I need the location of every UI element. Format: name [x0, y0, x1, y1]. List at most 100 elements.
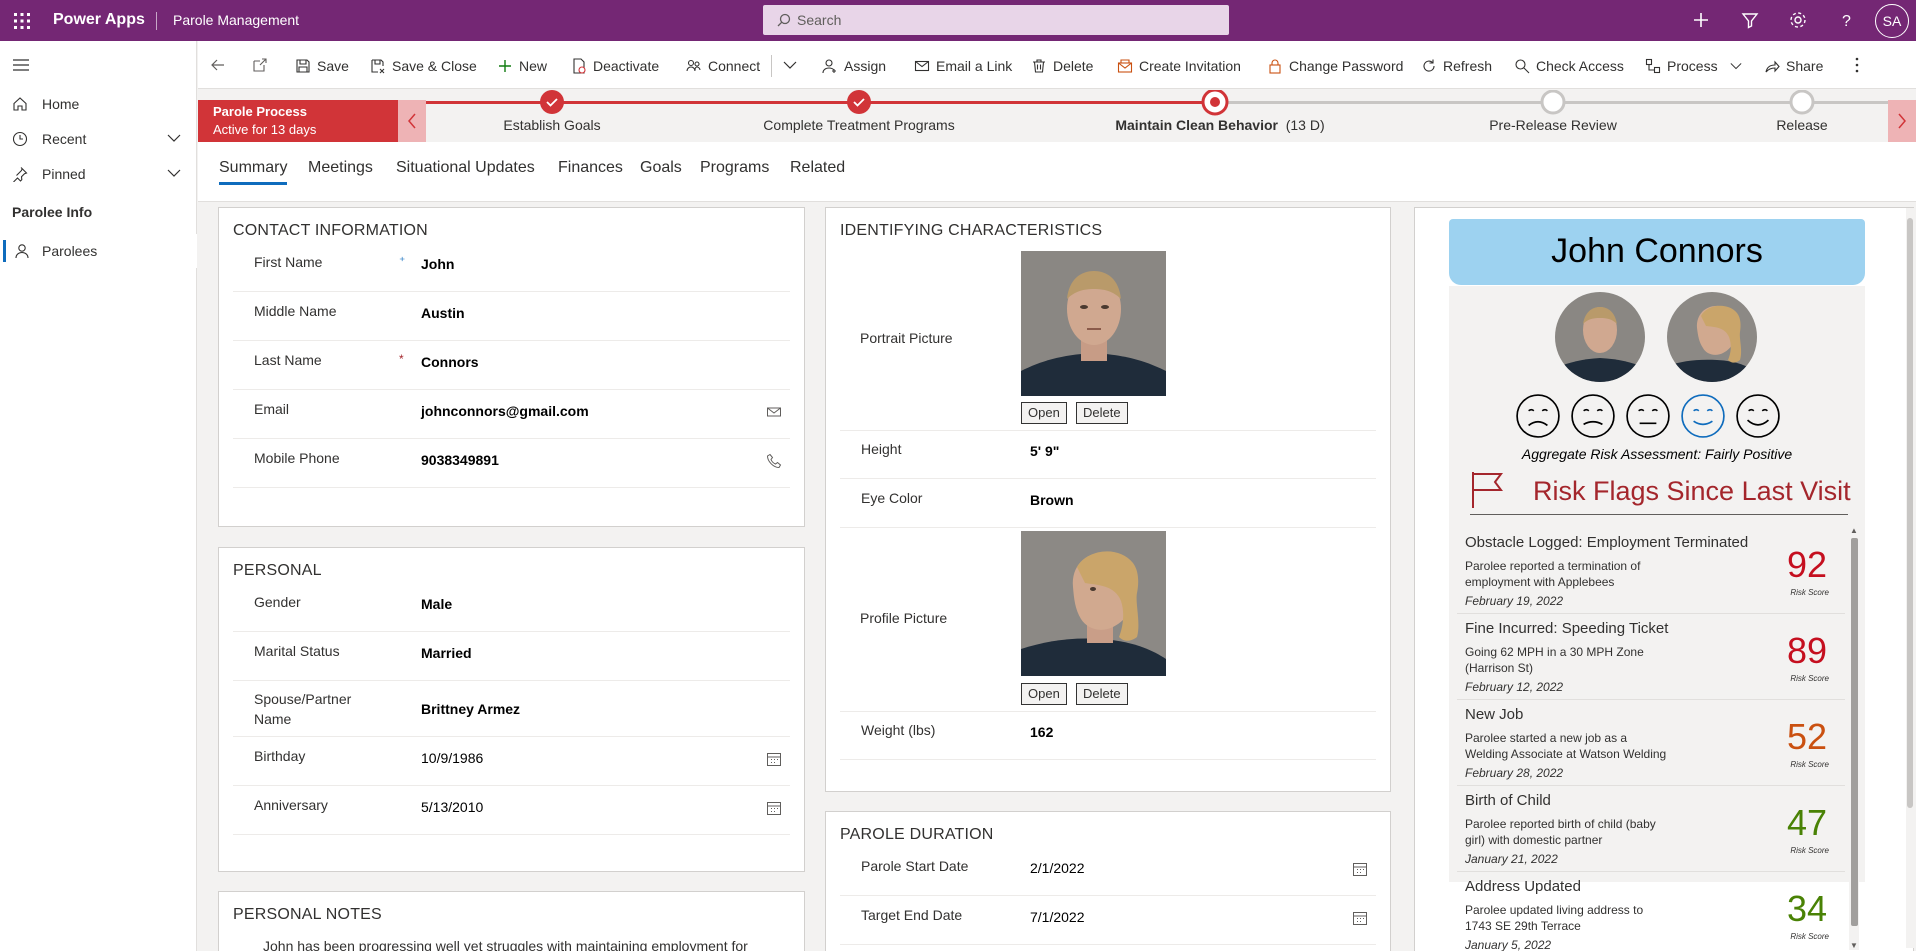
process-button[interactable]: Process	[1645, 55, 1742, 77]
stage-establish-goals-marker[interactable]	[537, 90, 567, 120]
back-arrow-icon[interactable]	[210, 57, 226, 73]
filter-icon[interactable]	[1739, 9, 1761, 31]
create-invitation-button[interactable]: Create Invitation	[1117, 55, 1241, 77]
height-field[interactable]: Height 5' 9"	[840, 430, 1376, 479]
tab-related[interactable]: Related	[790, 159, 845, 177]
stage-label[interactable]: Establish Goals	[503, 117, 600, 133]
tab-meetings[interactable]: Meetings	[308, 159, 373, 177]
chevron-down-icon[interactable]	[167, 133, 181, 143]
middle-name-field[interactable]: Middle Name Austin	[233, 292, 790, 341]
tab-programs[interactable]: Programs	[700, 159, 769, 177]
open-new-window-icon[interactable]	[252, 57, 268, 73]
sidebar-item-parolees[interactable]: Parolees	[0, 234, 197, 268]
happy-face-icon[interactable]	[1680, 393, 1726, 439]
field-value[interactable]: 5/13/2010	[421, 799, 483, 815]
field-value[interactable]: johnconnors@gmail.com	[421, 403, 589, 419]
field-value[interactable]: Austin	[421, 305, 465, 321]
very-happy-face-icon[interactable]	[1735, 393, 1781, 439]
help-icon[interactable]: ?	[1835, 9, 1857, 31]
app-name[interactable]: Parole Management	[173, 12, 299, 28]
delete-button[interactable]: Delete	[1031, 55, 1093, 77]
calendar-icon[interactable]	[766, 751, 782, 767]
neutral-face-icon[interactable]	[1625, 393, 1671, 439]
sidebar-item-recent[interactable]: Recent	[0, 122, 197, 156]
marital-status-field[interactable]: Marital Status Married	[233, 632, 790, 681]
chevron-down-icon[interactable]	[167, 168, 181, 178]
stage-clean-behavior-marker[interactable]	[1200, 88, 1230, 120]
process-stage-flag[interactable]: Parole Process Active for 13 days	[198, 100, 398, 142]
stage-pre-release-marker[interactable]	[1538, 89, 1568, 120]
notes-text[interactable]: John has been progressing well yet strug…	[263, 938, 748, 951]
scrollbar-thumb[interactable]	[1851, 538, 1858, 926]
check-access-button[interactable]: Check Access	[1514, 55, 1624, 77]
eye-color-field[interactable]: Eye Color Brown	[840, 479, 1376, 528]
field-value[interactable]: Married	[421, 645, 472, 661]
last-name-field[interactable]: Last Name * Connors	[233, 341, 790, 390]
anniversary-field[interactable]: Anniversary 5/13/2010	[233, 786, 790, 835]
search-box[interactable]: Search	[763, 5, 1229, 35]
weight-field[interactable]: Weight (lbs) 162	[840, 711, 1376, 760]
field-value[interactable]: John	[421, 256, 454, 272]
new-button[interactable]: New	[497, 55, 547, 77]
gender-field[interactable]: Gender Male	[233, 583, 790, 632]
first-name-field[interactable]: First Name ⁺ John	[233, 243, 790, 292]
stage-treatment-marker[interactable]	[844, 90, 874, 120]
tab-summary[interactable]: Summary	[219, 159, 288, 185]
plus-icon[interactable]	[1690, 9, 1712, 31]
email-field[interactable]: Email johnconnors@gmail.com	[233, 390, 790, 439]
calendar-icon[interactable]	[766, 800, 782, 816]
process-prev-button[interactable]	[398, 100, 426, 142]
more-options-icon[interactable]	[1854, 56, 1860, 74]
risk-flag-item[interactable]: Address Updated Parolee updated living a…	[1457, 872, 1845, 951]
field-value[interactable]: 10/9/1986	[421, 750, 483, 766]
send-email-icon[interactable]	[766, 404, 782, 420]
field-value[interactable]: 162	[1030, 724, 1053, 740]
deactivate-button[interactable]: Deactivate	[571, 55, 659, 77]
page-scrollbar[interactable]	[1906, 208, 1914, 948]
stage-label[interactable]: Complete Treatment Programs	[763, 117, 954, 133]
settings-gear-icon[interactable]	[1787, 9, 1809, 31]
stage-label-active[interactable]: Maintain Clean Behavior (13 D)	[1115, 117, 1324, 133]
process-next-button[interactable]	[1888, 100, 1916, 142]
app-launcher-icon[interactable]	[12, 11, 32, 31]
risk-flag-item[interactable]: Obstacle Logged: Employment Terminated P…	[1457, 528, 1845, 614]
tab-finances[interactable]: Finances	[558, 159, 623, 177]
stage-label[interactable]: Pre-Release Review	[1489, 117, 1617, 133]
parole-start-date-field[interactable]: Parole Start Date 2/1/2022	[840, 847, 1376, 896]
calendar-icon[interactable]	[1352, 861, 1368, 877]
tab-goals[interactable]: Goals	[640, 159, 682, 177]
mobile-phone-field[interactable]: Mobile Phone 9038349891	[233, 439, 790, 488]
field-value[interactable]: Brittney Armez	[421, 701, 520, 717]
target-end-date-field[interactable]: Target End Date 7/1/2022	[840, 896, 1376, 945]
field-value[interactable]: 7/1/2022	[1030, 909, 1085, 925]
profile-open-button[interactable]: Open	[1021, 683, 1067, 705]
change-password-button[interactable]: Change Password	[1267, 55, 1403, 77]
assign-button[interactable]: Assign	[822, 55, 886, 77]
risk-flag-item[interactable]: Birth of Child Parolee reported birth of…	[1457, 786, 1845, 872]
calendar-icon[interactable]	[1352, 910, 1368, 926]
save-close-button[interactable]: Save & Close	[370, 55, 477, 77]
sidebar-item-home[interactable]: Home	[0, 87, 197, 121]
share-button[interactable]: Share	[1764, 55, 1823, 77]
risk-flag-item[interactable]: Fine Incurred: Speeding Ticket Going 62 …	[1457, 614, 1845, 700]
sidebar-item-pinned[interactable]: Pinned	[0, 157, 197, 191]
page-scrollbar-thumb[interactable]	[1907, 218, 1913, 808]
chevron-down-icon[interactable]	[783, 59, 797, 71]
risk-flag-item[interactable]: New Job Parolee started a new job as a We…	[1457, 700, 1845, 786]
field-value[interactable]: Brown	[1030, 492, 1074, 508]
email-link-button[interactable]: Email a Link	[914, 55, 1012, 77]
stage-release-marker[interactable]	[1787, 89, 1817, 120]
refresh-button[interactable]: Refresh	[1421, 55, 1492, 77]
stage-label[interactable]: Release	[1776, 117, 1827, 133]
profile-delete-button[interactable]: Delete	[1076, 683, 1128, 705]
tab-situational-updates[interactable]: Situational Updates	[396, 159, 535, 177]
phone-icon[interactable]	[766, 453, 782, 469]
scroll-down-arrow[interactable]: ▼	[1850, 941, 1858, 950]
app-title[interactable]: Power Apps	[53, 11, 145, 29]
save-button[interactable]: Save	[295, 55, 349, 77]
risk-list-scrollbar[interactable]: ▲ ▼	[1849, 526, 1859, 950]
portrait-open-button[interactable]: Open	[1021, 402, 1067, 424]
hamburger-menu-icon[interactable]	[12, 58, 30, 72]
very-sad-face-icon[interactable]	[1515, 393, 1561, 439]
connect-button[interactable]: Connect	[686, 55, 760, 77]
